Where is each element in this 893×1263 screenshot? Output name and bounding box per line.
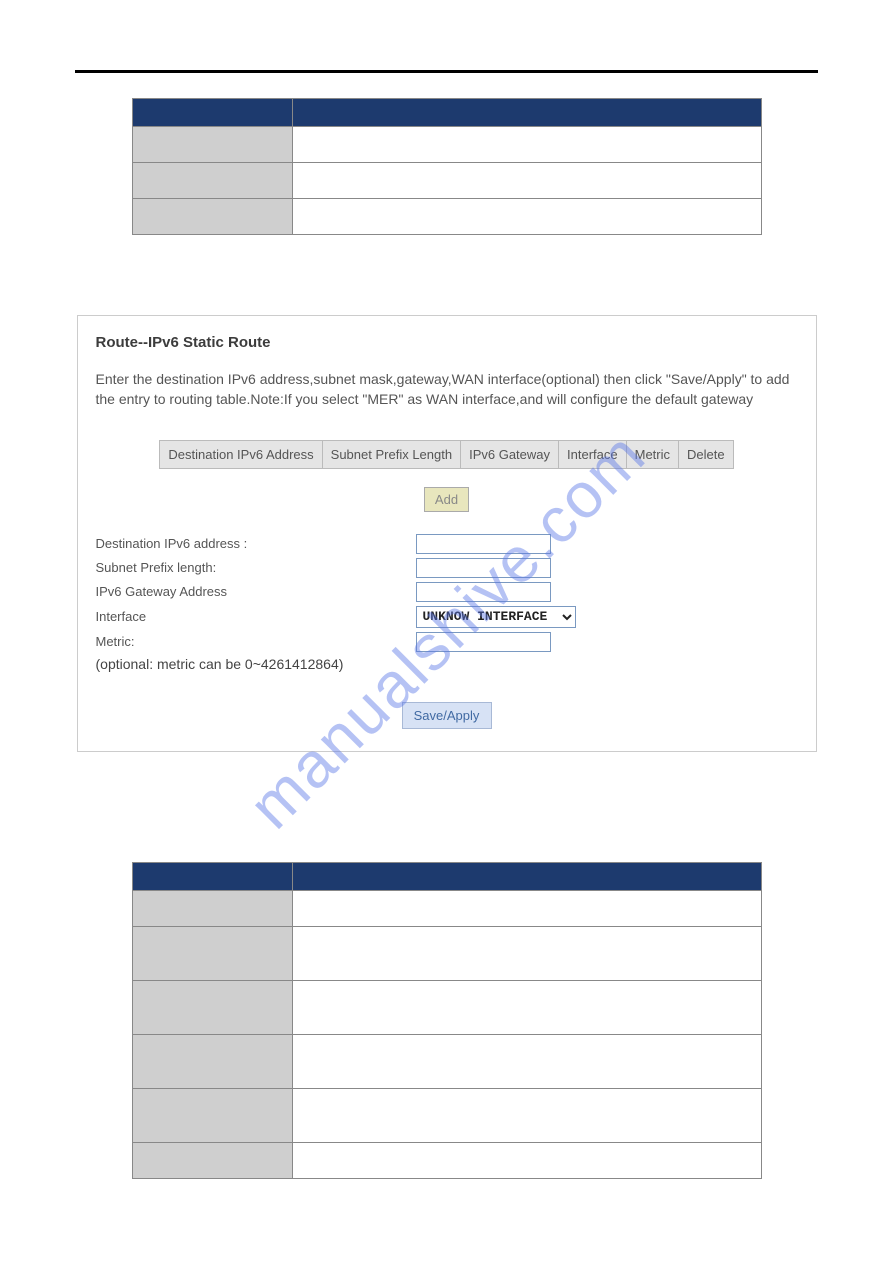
table-row [132,890,761,926]
metric-input[interactable] [416,632,551,652]
panel-title: Route--IPv6 Static Route [96,334,798,351]
metric-optional-note: (optional: metric can be 0~4261412864) [96,656,798,672]
table-cell-field [132,163,292,199]
table-cell-desc [292,1034,761,1088]
table-cell-field [132,1142,292,1178]
col-header-prefix: Subnet Prefix Length [322,440,460,468]
table-header-description [292,99,761,127]
table-cell-desc [292,127,761,163]
table-cell-desc [292,163,761,199]
table-header-field [132,99,292,127]
table-cell-desc [292,1088,761,1142]
col-header-interface: Interface [559,440,627,468]
table-cell-field [132,127,292,163]
table-row [132,1088,761,1142]
table-cell-desc [292,926,761,980]
ipv6-static-route-panel: Route--IPv6 Static Route Enter the desti… [77,315,817,752]
table-cell-field [132,199,292,235]
col-header-delete: Delete [679,440,734,468]
table-header-field [132,862,292,890]
table-cell-field [132,890,292,926]
destination-address-label: Destination IPv6 address : [96,536,416,551]
table-cell-field [132,1034,292,1088]
col-header-metric: Metric [626,440,678,468]
table-row [132,163,761,199]
table-row [132,980,761,1034]
table-cell-desc [292,980,761,1034]
table-row [132,926,761,980]
table-cell-field [132,980,292,1034]
table-row [132,1034,761,1088]
gateway-address-label: IPv6 Gateway Address [96,584,416,599]
field-description-table-bottom [132,862,762,1179]
panel-description: Enter the destination IPv6 address,subne… [96,369,798,410]
metric-label: Metric: [96,634,416,649]
interface-select[interactable]: UNKNOW INTERFACE [416,606,576,628]
table-cell-desc [292,1142,761,1178]
table-cell-field [132,1088,292,1142]
destination-address-input[interactable] [416,534,551,554]
route-columns-header-table: Destination IPv6 Address Subnet Prefix L… [159,440,733,469]
save-apply-button[interactable]: Save/Apply [402,702,492,729]
add-button[interactable]: Add [424,487,469,512]
table-cell-desc [292,199,761,235]
route-form: Destination IPv6 address : Subnet Prefix… [96,534,798,672]
col-header-gateway: IPv6 Gateway [461,440,559,468]
table-header-description [292,862,761,890]
table-cell-field [132,926,292,980]
interface-label: Interface [96,609,416,624]
subnet-prefix-input[interactable] [416,558,551,578]
col-header-destination: Destination IPv6 Address [160,440,322,468]
table-row [132,199,761,235]
page-top-divider [75,70,818,73]
table-row [132,127,761,163]
gateway-address-input[interactable] [416,582,551,602]
subnet-prefix-label: Subnet Prefix length: [96,560,416,575]
table-row [132,1142,761,1178]
field-description-table-top [132,98,762,235]
table-cell-desc [292,890,761,926]
